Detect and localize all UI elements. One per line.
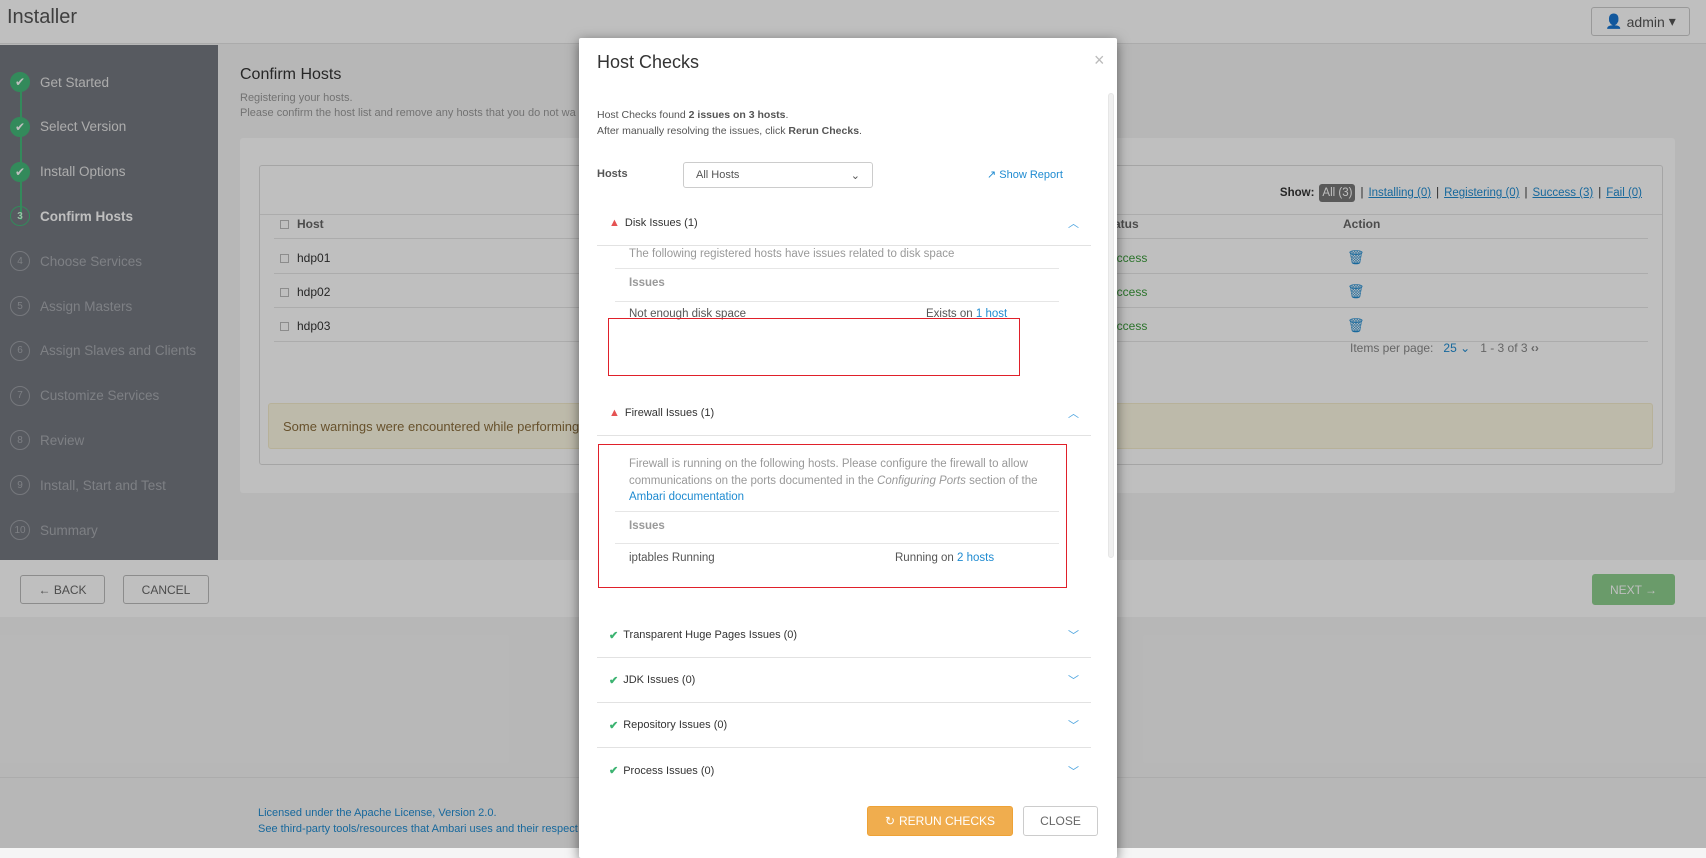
check-icon: ✔	[609, 629, 619, 642]
ok-section-header[interactable]: ✔ JDK Issues (0) ﹀	[597, 658, 1091, 703]
disk-issues-header[interactable]: ▲ Disk Issues (1) ︿	[597, 201, 1091, 246]
refresh-icon: ↻	[884, 814, 896, 828]
close-button[interactable]: CLOSE	[1023, 806, 1098, 836]
highlight-box	[608, 318, 1020, 376]
external-link-icon: ↗	[987, 169, 997, 181]
hosts-select[interactable]: All Hosts ⌄	[683, 162, 873, 188]
summary-text: Host Checks found 2 issues on 3 hosts.	[597, 109, 789, 121]
ok-section-header[interactable]: ✔ Transparent Huge Pages Issues (0) ﹀	[597, 613, 1091, 658]
check-icon: ✔	[609, 765, 619, 777]
ok-section-header[interactable]: ✔ Repository Issues (0) ﹀	[597, 703, 1091, 748]
check-icon: ✔	[609, 719, 619, 732]
chevron-down-icon: ﹀	[1068, 720, 1079, 732]
instruction-text: After manually resolving the issues, cli…	[597, 125, 862, 137]
rerun-checks-button[interactable]: ↻ RERUN CHECKS	[867, 806, 1013, 836]
chevron-down-icon: ﹀	[1068, 765, 1079, 778]
show-report-link[interactable]: ↗ Show Report	[987, 168, 1063, 181]
check-icon: ✔	[609, 674, 619, 687]
chevron-up-icon: ︿	[1068, 408, 1079, 420]
close-icon[interactable]: ×	[1094, 50, 1105, 71]
modal-title: Host Checks	[597, 52, 700, 72]
chevron-down-icon: ﹀	[1068, 630, 1079, 642]
disk-issues-description: The following registered hosts have issu…	[629, 248, 955, 260]
warning-icon: ▲	[609, 407, 620, 419]
firewall-issues-header[interactable]: ▲ Firewall Issues (1) ︿	[597, 391, 1091, 436]
divider	[615, 301, 1059, 302]
issues-label: Issues	[629, 277, 665, 289]
divider	[615, 268, 1059, 269]
chevron-down-icon: ⌄	[850, 169, 860, 182]
scrollbar[interactable]	[1108, 93, 1114, 558]
host-checks-modal: Host Checks × Host Checks found 2 issues…	[579, 38, 1117, 858]
ok-section-header[interactable]: ✔ Process Issues (0) ﹀	[597, 748, 1091, 793]
warning-icon: ▲	[609, 217, 620, 229]
chevron-up-icon: ︿	[1068, 218, 1079, 230]
hosts-label: Hosts	[597, 168, 628, 180]
highlight-box	[598, 444, 1067, 588]
chevron-down-icon: ﹀	[1068, 675, 1079, 687]
